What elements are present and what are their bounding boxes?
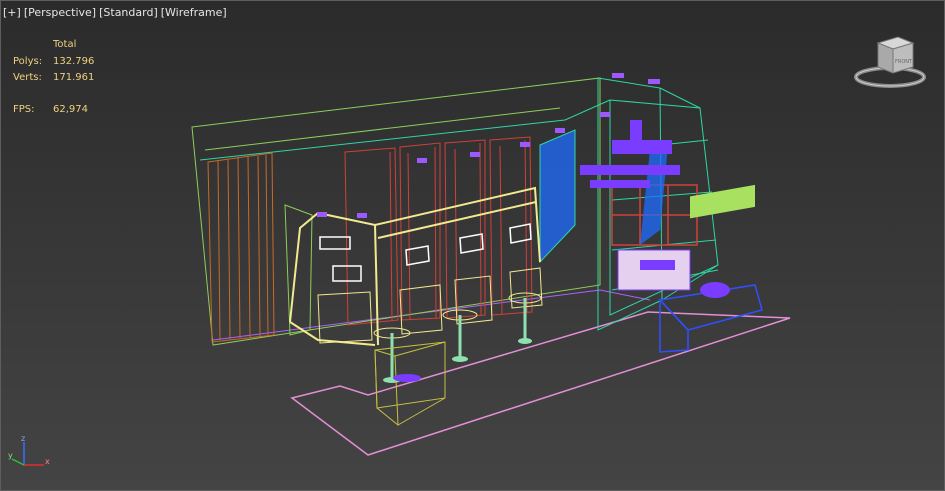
viewport-view-menu[interactable]: [Perspective]	[24, 6, 96, 22]
side-desk-panel	[690, 184, 755, 219]
slatted-panel	[207, 152, 275, 343]
statistics-overlay: Total Polys: 132.796 Verts: 171.961 FPS:…	[13, 39, 94, 117]
wireframe-scene[interactable]	[0, 0, 945, 491]
tower-blue-stripe	[640, 145, 668, 245]
bar-stools	[317, 267, 543, 344]
stats-header: Total	[53, 39, 77, 50]
viewport-shading-menu[interactable]: [Standard]	[99, 6, 158, 22]
back-wall-inner	[204, 107, 561, 151]
viewcube-face-label: FRONT	[895, 59, 913, 65]
axis-z-label: z	[21, 434, 25, 443]
spotlight-markers	[317, 73, 660, 218]
ground-line	[212, 289, 651, 341]
viewport-display-style-menu[interactable]: [Wireframe]	[161, 6, 227, 22]
axis-y-label: y	[8, 451, 13, 460]
axis-x-label: x	[45, 457, 50, 466]
tower-signage	[580, 120, 680, 188]
counter-windows	[319, 223, 532, 282]
floor-box	[374, 341, 446, 427]
side-desk-logo	[700, 282, 730, 298]
blue-glass-panel	[539, 129, 576, 264]
polys-label: Polys:	[13, 55, 43, 67]
floor-outline	[290, 311, 791, 456]
fps-label: FPS:	[13, 103, 35, 115]
yellow-counter	[289, 186, 541, 346]
side-wall	[284, 204, 313, 336]
viewcube-icon[interactable]: FRONT	[853, 35, 929, 93]
fps-value: 62,974	[53, 103, 88, 115]
verts-value: 171.961	[53, 71, 95, 83]
axis-tripod-icon: z x y	[8, 434, 50, 466]
red-columns	[344, 136, 533, 326]
viewport-plus-menu[interactable]: [+]	[3, 6, 21, 22]
viewport-label-menu: [+] [Perspective] [Standard] [Wireframe]	[3, 6, 227, 22]
perspective-viewport[interactable]: [+] [Perspective] [Standard] [Wireframe]…	[0, 0, 945, 491]
verts-label: Verts:	[13, 71, 42, 83]
polys-value: 132.796	[53, 55, 95, 67]
reception-desk-logo	[640, 260, 675, 270]
floor-box-logo	[393, 374, 421, 382]
